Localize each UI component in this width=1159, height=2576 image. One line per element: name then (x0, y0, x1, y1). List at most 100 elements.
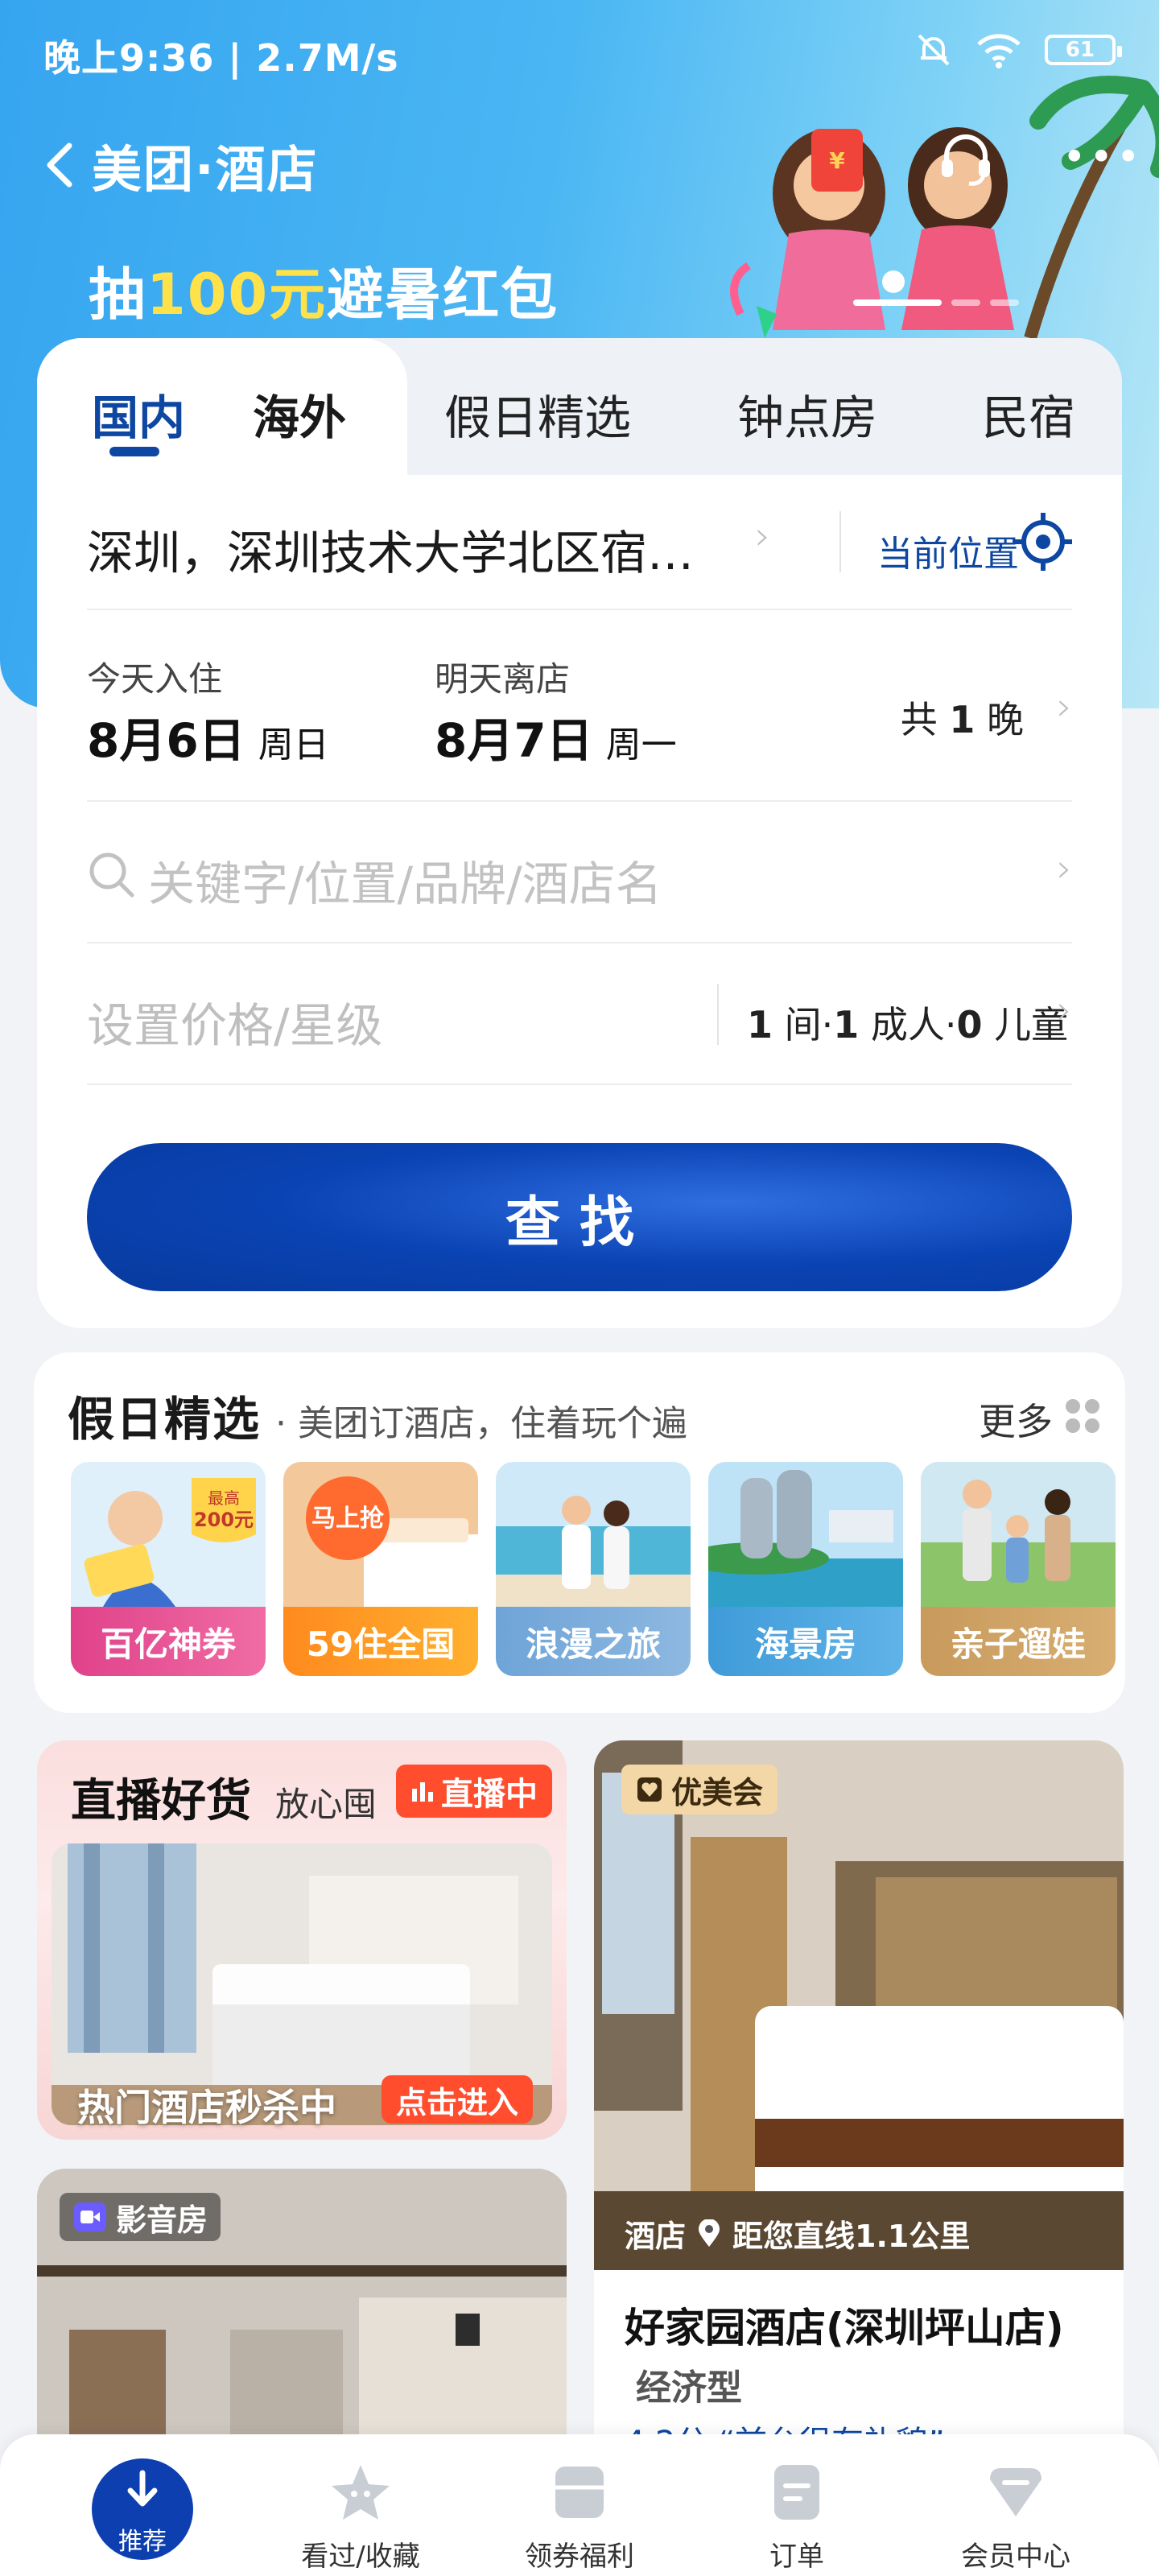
holiday-item-family[interactable]: 亲子遛娃 (921, 1462, 1116, 1676)
promo-banner-text[interactable]: 抽100元避暑红包 (89, 250, 559, 331)
hotel-meta: 酒店 距您直线1.1公里 (625, 2211, 970, 2256)
back-arrow-icon[interactable] (43, 137, 92, 193)
beach-couple-image (496, 1462, 691, 1607)
nav-recommend[interactable]: 推荐 (92, 2458, 193, 2560)
hotel-category: 酒店 (625, 2219, 687, 2254)
location-text[interactable]: 深圳，深圳技术大学北区宿… (87, 515, 694, 583)
location-pin-icon (699, 2219, 720, 2247)
adults-unit: 成人· (870, 1003, 957, 1046)
hotel-card[interactable]: 优美会 酒店 距您直线1.1公里 好家园酒店(深圳坪山店) 经济型 4.2分 “… (594, 1740, 1124, 2465)
live-title: 直播好货 (71, 1775, 251, 1827)
nav-label: 推荐 (118, 2528, 167, 2556)
grid-icon[interactable] (1066, 1399, 1101, 1435)
holiday-item-seaview[interactable]: 海景房 (708, 1462, 903, 1676)
nav-label: 会员中心 (961, 2541, 1070, 2573)
family-image (921, 1462, 1116, 1607)
coupon-icon (555, 2467, 604, 2518)
cinema-badge-text: 影音房 (116, 2202, 208, 2238)
live-bars-icon (412, 1782, 433, 1802)
seaview-towers-image (708, 1462, 903, 1607)
customer-service-icon[interactable] (937, 129, 995, 187)
children-value: 0 (956, 1003, 983, 1046)
vip-icon (990, 2468, 1041, 2516)
hotel-name: 好家园酒店(深圳坪山店) (625, 2305, 1064, 2351)
chevron-right-icon: › (755, 514, 771, 559)
svg-text:200元: 200元 (194, 1509, 254, 1531)
tab-underline (109, 447, 159, 456)
tab-homestay[interactable]: 民宿 (982, 380, 1075, 448)
heart-icon (637, 1777, 662, 1802)
hotel-room-image (594, 1740, 1124, 2270)
nights-count: 共 1 晚 (901, 691, 1024, 744)
nav-label: 领券福利 (525, 2541, 634, 2573)
live-badge-text: 直播中 (441, 1776, 538, 1813)
current-location-button[interactable]: 当前位置 (877, 525, 1019, 576)
svg-text:马上抢: 马上抢 (311, 1505, 385, 1533)
mute-bell-icon (918, 34, 950, 66)
nav-member-center[interactable]: 会员中心 (927, 2458, 1104, 2574)
checkin-date[interactable]: 8月6日 周日 (87, 703, 329, 770)
cinema-badge: 影音房 (60, 2193, 221, 2241)
star-icon (332, 2465, 390, 2520)
promo-suffix: 避暑红包 (327, 262, 559, 328)
live-subtitle: 放心囤 (275, 1785, 377, 1824)
location-row[interactable]: 深圳，深圳技术大学北区宿… › 当前位置 (87, 475, 1072, 610)
nights-prefix: 共 (900, 698, 938, 741)
tab-overseas[interactable]: 海外 (253, 380, 346, 448)
date-row[interactable]: 今天入住 8月6日 周日 明天离店 8月7日 周一 共 1 晚 › (87, 610, 1072, 802)
membership-badge: 优美会 (621, 1765, 778, 1814)
nav-orders[interactable]: 订单 (708, 2458, 885, 2574)
search-icon (89, 852, 134, 898)
holiday-item-coupons[interactable]: 最高 200元 百亿神券 (71, 1462, 266, 1676)
checkin-date-value: 8月6日 (87, 713, 245, 768)
section-subtitle: · 美团订酒店，住着玩个遍 (275, 1403, 687, 1444)
holiday-item-label: 59住全国 (283, 1607, 478, 1676)
chevron-right-icon: › (1056, 846, 1072, 891)
red-packet-icon[interactable]: ¥ (811, 129, 863, 192)
live-deals-card[interactable]: 直播好货 放心囤 直播中 热门酒店秒杀中 点击进入 (37, 1740, 567, 2140)
nav-history-favorites[interactable]: 看过/收藏 (272, 2458, 449, 2574)
nights-value: 1 (949, 698, 975, 741)
promo-amount: 100元 (146, 262, 328, 328)
hero-illustration (730, 76, 1159, 338)
pagination-dot-active (853, 299, 942, 306)
holiday-picks-card: 假日精选 · 美团订酒店，住着玩个遍 更多 最高 200元 百亿神券 马上抢 5… (34, 1352, 1125, 1713)
live-caption: 热门酒店秒杀中 (77, 2086, 336, 2129)
coupon-promo-image: 最高 200元 (71, 1462, 266, 1607)
tab-hourly[interactable]: 钟点房 (737, 380, 877, 448)
more-options-icon[interactable]: ••• (1062, 137, 1143, 177)
tab-domestic[interactable]: 国内 (92, 380, 185, 448)
divider (717, 984, 719, 1045)
holiday-item-romantic[interactable]: 浪漫之旅 (496, 1462, 691, 1676)
adults-value: 1 (833, 1003, 860, 1046)
holiday-item-59[interactable]: 马上抢 59住全国 (283, 1462, 478, 1676)
more-link[interactable]: 更多 (979, 1393, 1053, 1446)
enter-live-button[interactable]: 点击进入 (382, 2075, 534, 2124)
checkout-date[interactable]: 8月7日 周一 (435, 703, 677, 770)
live-badge: 直播中 (396, 1765, 552, 1818)
banner-pagination (853, 299, 1019, 306)
order-icon (774, 2465, 819, 2520)
status-time: 晚上9:36 | 2.7M/s (43, 36, 399, 80)
checkout-label: 明天离店 (435, 659, 571, 699)
pagination-dot (990, 299, 1019, 306)
guests-selector[interactable]: 1 间·1 成人·0 儿童 (747, 996, 1068, 1049)
keyword-row[interactable]: 关键字/位置/品牌/酒店名 › (87, 802, 1072, 943)
membership-badge-text: 优美会 (671, 1774, 764, 1810)
price-guests-row[interactable]: 设置价格/星级 1 间·1 成人·0 儿童 › (87, 943, 1072, 1085)
checkout-date-value: 8月7日 (435, 713, 593, 768)
rooms-value: 1 (747, 1003, 773, 1046)
nav-coupons[interactable]: 领券福利 (491, 2458, 668, 2574)
price-star-selector[interactable]: 设置价格/星级 (87, 988, 383, 1055)
hotel-distance: 距您直线1.1公里 (732, 2219, 971, 2254)
locate-icon[interactable] (1013, 511, 1074, 572)
keyword-input[interactable]: 关键字/位置/品牌/酒店名 (148, 846, 662, 914)
rooms-unit: 间· (784, 1003, 834, 1046)
search-card: 国内 海外 假日精选 钟点房 民宿 深圳，深圳技术大学北区宿… › 当前位置 今… (37, 338, 1122, 1328)
tab-holiday[interactable]: 假日精选 (444, 380, 631, 448)
checkin-weekday: 周日 (258, 724, 329, 766)
hotel-type: 经济型 (636, 2368, 742, 2409)
download-arrow-icon (127, 2470, 158, 2507)
search-button[interactable]: 查找 (87, 1143, 1072, 1291)
bedroom-promo-image: 马上抢 (283, 1462, 478, 1607)
